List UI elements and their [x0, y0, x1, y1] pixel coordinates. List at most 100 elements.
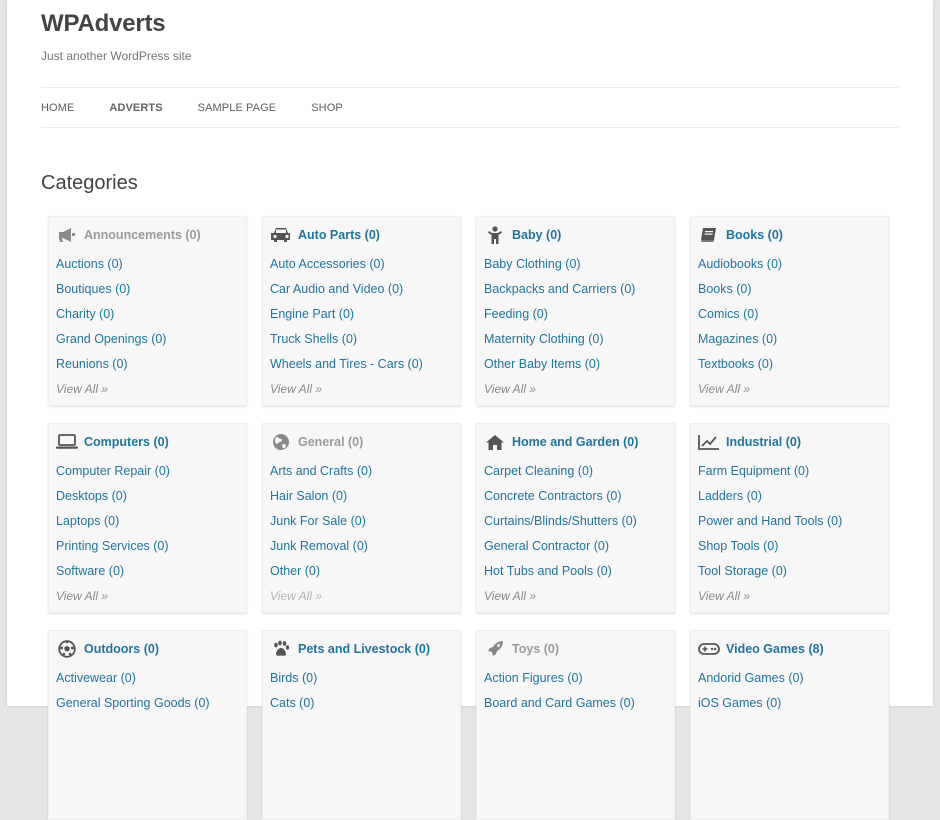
subcategory-link[interactable]: Birds (0) [270, 666, 460, 691]
view-all-link[interactable]: View All » [484, 377, 674, 401]
subcategory-link[interactable]: Magazines (0) [698, 327, 888, 352]
category-card-header: Baby (0) [484, 225, 674, 245]
subcategory-link[interactable]: Audiobooks (0) [698, 252, 888, 277]
view-all-link[interactable]: View All » [698, 584, 888, 608]
nav-item-home[interactable]: HOME [41, 102, 74, 114]
subcategory-link[interactable]: General Contractor (0) [484, 534, 674, 559]
category-card-header: Toys (0) [484, 639, 674, 659]
subcategory-link[interactable]: Auctions (0) [56, 252, 246, 277]
subcategory-list: Andorid Games (0) iOS Games (0) [698, 666, 888, 716]
main-nav: HOME ADVERTS SAMPLE PAGE SHOP [41, 87, 899, 128]
gamepad-icon [698, 640, 720, 658]
subcategory-link[interactable]: Books (0) [698, 277, 888, 302]
nav-item-sample-page[interactable]: SAMPLE PAGE [198, 102, 277, 114]
subcategory-list: Auctions (0) Boutiques (0) Charity (0) Gran… [56, 252, 246, 377]
category-card-header: Auto Parts (0) [270, 225, 460, 245]
view-all-link[interactable]: View All » [270, 377, 460, 401]
laptop-icon [56, 433, 78, 451]
category-card-header: Outdoors (0) [56, 639, 246, 659]
view-all-link[interactable]: View All » [56, 584, 246, 608]
subcategory-link[interactable]: Grand Openings (0) [56, 327, 246, 352]
category-title-link[interactable]: Home and Garden (0) [512, 435, 638, 449]
subcategory-link[interactable]: Reunions (0) [56, 352, 246, 377]
subcategory-list: Action Figures (0) Board and Card Games (… [484, 666, 674, 716]
subcategory-link[interactable]: Junk Removal (0) [270, 534, 460, 559]
subcategory-link[interactable]: Andorid Games (0) [698, 666, 888, 691]
subcategory-link[interactable]: Comics (0) [698, 302, 888, 327]
view-all-link[interactable]: View All » [270, 584, 460, 608]
subcategory-link[interactable]: Baby Clothing (0) [484, 252, 674, 277]
page-heading: Categories [41, 172, 138, 194]
nav-item-adverts[interactable]: ADVERTS [109, 102, 162, 114]
subcategory-list: Audiobooks (0) Books (0) Comics (0) Magazin… [698, 252, 888, 377]
subcategory-link[interactable]: Maternity Clothing (0) [484, 327, 674, 352]
megaphone-icon [56, 226, 78, 244]
category-card-header: Books (0) [698, 225, 888, 245]
subcategory-link[interactable]: Engine Part (0) [270, 302, 460, 327]
line-chart-icon [698, 433, 720, 451]
category-card-header: Computers (0) [56, 432, 246, 452]
category-title-link[interactable]: Auto Parts (0) [298, 228, 380, 242]
category-card-header: Video Games (8) [698, 639, 888, 659]
subcategory-link[interactable]: Other Baby Items (0) [484, 352, 674, 377]
subcategory-list: Carpet Cleaning (0) Concrete Contractors … [484, 459, 674, 584]
category-title-link[interactable]: Industrial (0) [726, 435, 801, 449]
subcategory-link[interactable]: Feeding (0) [484, 302, 674, 327]
subcategory-link[interactable]: Farm Equipment (0) [698, 459, 888, 484]
soccer-ball-icon [56, 640, 78, 658]
subcategory-link[interactable]: Shop Tools (0) [698, 534, 888, 559]
view-all-link[interactable]: View All » [484, 584, 674, 608]
category-title-link[interactable]: Baby (0) [512, 228, 561, 242]
category-card-header: Pets and Livestock (0) [270, 639, 460, 659]
subcategory-link[interactable]: Hot Tubs and Pools (0) [484, 559, 674, 584]
subcategory-link[interactable]: Power and Hand Tools (0) [698, 509, 888, 534]
subcategory-link[interactable]: Printing Services (0) [56, 534, 246, 559]
subcategory-link[interactable]: Backpacks and Carriers (0) [484, 277, 674, 302]
subcategory-link[interactable]: Desktops (0) [56, 484, 246, 509]
category-title-link[interactable]: Books (0) [726, 228, 783, 242]
subcategory-link[interactable]: Truck Shells (0) [270, 327, 460, 352]
subcategory-link[interactable]: Textbooks (0) [698, 352, 888, 377]
subcategory-link[interactable]: Tool Storage (0) [698, 559, 888, 584]
subcategory-link[interactable]: Carpet Cleaning (0) [484, 459, 674, 484]
subcategory-list: Arts and Crafts (0) Hair Salon (0) Junk Fo… [270, 459, 460, 584]
subcategory-link[interactable]: Activewear (0) [56, 666, 246, 691]
subcategory-link[interactable]: Action Figures (0) [484, 666, 674, 691]
subcategory-list: Farm Equipment (0) Ladders (0) Power and H… [698, 459, 888, 584]
category-title-link[interactable]: Toys (0) [512, 642, 559, 656]
view-all-link[interactable]: View All » [56, 377, 246, 401]
category-title-link[interactable]: General (0) [298, 435, 363, 449]
subcategory-link[interactable]: General Sporting Goods (0) [56, 691, 246, 716]
subcategory-list: Computer Repair (0) Desktops (0) Laptops (… [56, 459, 246, 584]
subcategory-link[interactable]: Curtains/Blinds/Shutters (0) [484, 509, 674, 534]
site-description: Just another WordPress site [41, 49, 192, 63]
subcategory-link[interactable]: Auto Accessories (0) [270, 252, 460, 277]
category-title-link[interactable]: Video Games (8) [726, 642, 824, 656]
nav-item-shop[interactable]: SHOP [311, 102, 343, 114]
subcategory-link[interactable]: Junk For Sale (0) [270, 509, 460, 534]
subcategory-link[interactable]: iOS Games (0) [698, 691, 888, 716]
site-title[interactable]: WPAdverts [41, 10, 166, 38]
subcategory-link[interactable]: Software (0) [56, 559, 246, 584]
subcategory-link[interactable]: Wheels and Tires - Cars (0) [270, 352, 460, 377]
category-card: Announcements (0) Auctions (0) Boutiques (… [48, 216, 247, 406]
category-title-link[interactable]: Pets and Livestock (0) [298, 642, 430, 656]
subcategory-link[interactable]: Concrete Contractors (0) [484, 484, 674, 509]
subcategory-link[interactable]: Board and Card Games (0) [484, 691, 674, 716]
subcategory-link[interactable]: Charity (0) [56, 302, 246, 327]
category-title-link[interactable]: Announcements (0) [84, 228, 201, 242]
subcategory-link[interactable]: Cats (0) [270, 691, 460, 716]
subcategory-link[interactable]: Boutiques (0) [56, 277, 246, 302]
category-title-link[interactable]: Computers (0) [84, 435, 169, 449]
subcategory-link[interactable]: Computer Repair (0) [56, 459, 246, 484]
subcategory-link[interactable]: Hair Salon (0) [270, 484, 460, 509]
category-card: Toys (0) Action Figures (0) Board and Card… [476, 630, 675, 820]
subcategory-link[interactable]: Ladders (0) [698, 484, 888, 509]
category-title-link[interactable]: Outdoors (0) [84, 642, 159, 656]
subcategory-link[interactable]: Laptops (0) [56, 509, 246, 534]
subcategory-link[interactable]: Other (0) [270, 559, 460, 584]
category-card-header: Home and Garden (0) [484, 432, 674, 452]
view-all-link[interactable]: View All » [698, 377, 888, 401]
subcategory-link[interactable]: Arts and Crafts (0) [270, 459, 460, 484]
subcategory-link[interactable]: Car Audio and Video (0) [270, 277, 460, 302]
